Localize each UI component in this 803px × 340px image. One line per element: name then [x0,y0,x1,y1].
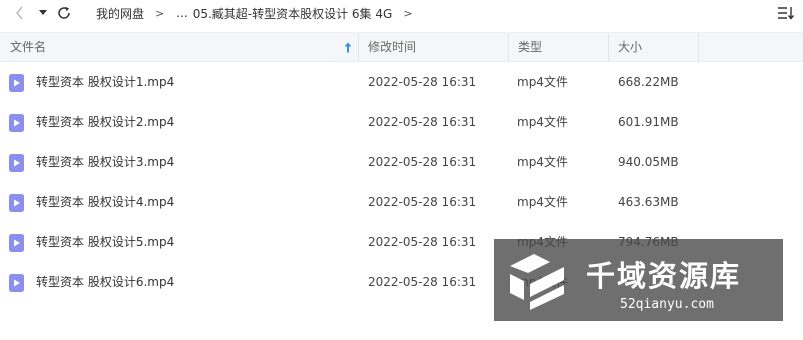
breadcrumb: 我的网盘 > ... 05.臧其超-转型资本股权设计 6集 4G > [96,5,425,21]
history-dropdown-button[interactable] [33,3,53,23]
file-date: 2022-05-28 16:31 [368,75,477,89]
column-header-date-label: 修改时间 [368,40,417,54]
file-name[interactable]: 转型资本 股权设计1.mp4 [36,62,174,102]
watermark-title: 千域资源库 [586,259,742,293]
file-type: mp4文件 [517,115,568,129]
breadcrumb-item-root[interactable]: 我的网盘 [96,5,144,22]
column-header-size[interactable]: 大小 [609,33,699,62]
file-name[interactable]: 转型资本 股权设计4.mp4 [36,182,174,222]
file-date: 2022-05-28 16:31 [368,195,477,209]
column-header-name[interactable]: 文件名 [0,33,359,62]
file-name[interactable]: 转型资本 股权设计6.mp4 [36,262,174,302]
file-date: 2022-05-28 16:31 [368,275,477,289]
toolbar: 我的网盘 > ... 05.臧其超-转型资本股权设计 6集 4G > [0,0,803,26]
back-button[interactable] [10,3,30,23]
file-type: mp4文件 [517,75,568,89]
chevron-left-icon [16,6,23,20]
column-header-type[interactable]: 类型 [509,33,609,62]
file-name[interactable]: 转型资本 股权设计2.mp4 [36,102,174,142]
watermark-logo-icon [510,254,564,310]
file-row[interactable]: 转型资本 股权设计2.mp4 2022-05-28 16:31 mp4文件 60… [0,102,803,142]
watermark-overlay: 千域资源库 52qianyu.com [494,239,783,321]
file-size: 601.91MB [618,115,679,129]
column-header-size-label: 大小 [618,40,643,54]
refresh-icon [58,6,70,19]
caret-down-icon [39,10,47,15]
video-file-icon [9,234,24,252]
file-size: 463.63MB [618,195,679,209]
file-name[interactable]: 转型资本 股权设计3.mp4 [36,142,174,182]
file-size: 668.22MB [618,75,679,89]
breadcrumb-separator: > [155,6,165,20]
refresh-button[interactable] [54,3,74,23]
file-size: 940.05MB [618,155,679,169]
file-row[interactable]: 转型资本 股权设计4.mp4 2022-05-28 16:31 mp4文件 46… [0,182,803,222]
file-row[interactable]: 转型资本 股权设计3.mp4 2022-05-28 16:31 mp4文件 94… [0,142,803,182]
video-file-icon [9,114,24,132]
breadcrumb-item-current[interactable]: 05.臧其超-转型资本股权设计 6集 4G [193,5,393,22]
breadcrumb-item-ellipsis[interactable]: ... [176,6,187,20]
file-row[interactable]: 转型资本 股权设计1.mp4 2022-05-28 16:31 mp4文件 66… [0,62,803,102]
watermark-url: 52qianyu.com [620,297,714,312]
breadcrumb-separator: > [403,6,413,20]
file-date: 2022-05-28 16:31 [368,235,477,249]
sort-list-icon [778,7,795,20]
file-date: 2022-05-28 16:31 [368,115,477,129]
sort-button[interactable] [777,4,795,22]
sort-ascending-icon[interactable] [344,42,352,53]
video-file-icon [9,274,24,292]
video-file-icon [9,194,24,212]
column-header-type-label: 类型 [518,40,543,54]
column-header-date[interactable]: 修改时间 [359,33,509,62]
file-name[interactable]: 转型资本 股权设计5.mp4 [36,222,174,262]
file-table-header: 文件名 修改时间 类型 大小 [0,32,803,62]
file-type: mp4文件 [517,155,568,169]
file-type: mp4文件 [517,195,568,209]
video-file-icon [9,154,24,172]
column-header-name-label: 文件名 [10,40,47,54]
file-date: 2022-05-28 16:31 [368,155,477,169]
video-file-icon [9,74,24,92]
